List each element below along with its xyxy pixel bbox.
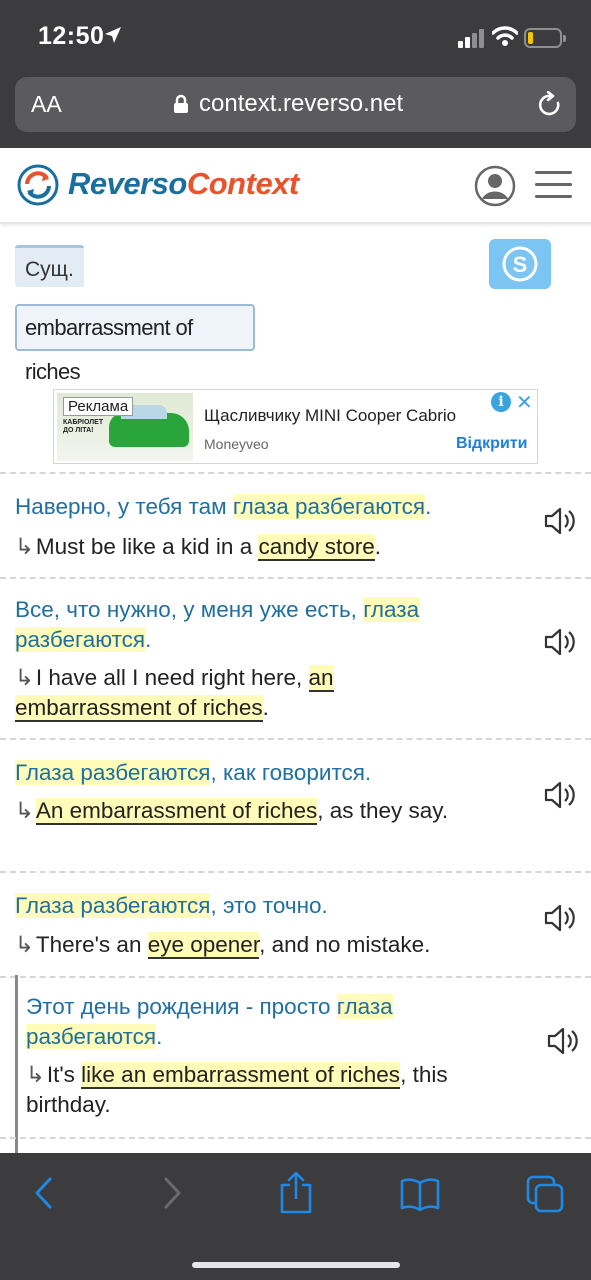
sentence-text: There's an <box>35 932 148 957</box>
ad-image-caption: КАБРІОЛЕТ ДО ЛІТА! <box>63 419 104 434</box>
user-account-icon[interactable] <box>474 165 516 207</box>
sentence-text: Все, что нужно, у меня уже есть, <box>15 597 364 622</box>
sentence-text: . <box>156 1024 163 1049</box>
speaker-icon[interactable] <box>543 780 577 810</box>
highlighted-term[interactable]: An embarrassment of riches <box>35 798 318 825</box>
example-source: Глаза разбегаются, это точно. <box>15 891 525 921</box>
highlighted-term[interactable]: Глаза разбегаются <box>15 760 211 785</box>
reload-icon[interactable] <box>537 91 563 119</box>
sentence-text: . <box>374 534 382 559</box>
reverso-logo-text[interactable]: ReversoContext <box>68 166 299 202</box>
sentence-text: It's <box>46 1062 82 1087</box>
skype-share-button[interactable]: S <box>489 239 551 289</box>
wifi-icon <box>492 26 518 46</box>
sentence-text: , это точно. <box>210 893 328 918</box>
example-item: Наверно, у тебя там глаза разбегаются. ↳… <box>0 472 591 578</box>
browser-toolbar <box>0 1153 591 1280</box>
example-target: ↳Must be like a kid in a candy store. <box>15 532 525 562</box>
active-example-marker <box>15 975 18 1155</box>
site-header: ReversoContext <box>0 148 591 224</box>
translation-arrow-icon: ↳ <box>26 1062 45 1087</box>
cellular-signal-icon <box>458 28 486 48</box>
example-target: ↳There's an eye opener, and no mistake. <box>15 930 525 960</box>
browser-chrome-top: 12:50 AA context.reverso.net <box>0 0 591 148</box>
ad-brand: Moneyveo <box>204 436 269 452</box>
speaker-icon[interactable] <box>546 1026 580 1056</box>
highlighted-term[interactable]: глаза разбегаются <box>232 494 426 519</box>
advertisement[interactable]: Реклама КАБРІОЛЕТ ДО ЛІТА! Щасливчику MI… <box>53 389 538 464</box>
example-source: Этот день рождения - просто глаза разбег… <box>26 992 496 1052</box>
speaker-icon[interactable] <box>543 627 577 657</box>
ad-image: Реклама КАБРІОЛЕТ ДО ЛІТА! <box>57 393 193 461</box>
svg-text:S: S <box>513 252 528 277</box>
reverso-logo-icon[interactable] <box>17 164 59 206</box>
example-target: ↳I have all I need right here, an embarr… <box>15 663 435 723</box>
example-source: Глаза разбегаются, как говорится. <box>15 758 525 788</box>
back-icon[interactable] <box>32 1175 56 1211</box>
location-arrow-icon <box>105 27 121 43</box>
sentence-text: , как говорится. <box>210 760 372 785</box>
skype-icon: S <box>502 246 538 282</box>
hamburger-menu-icon[interactable] <box>535 171 572 207</box>
speaker-icon[interactable] <box>543 506 577 536</box>
ad-close-icon[interactable]: ✕ <box>516 390 533 415</box>
highlighted-term[interactable]: Глаза разбегаются <box>15 893 211 918</box>
ad-info-icon[interactable]: i <box>491 392 511 412</box>
tabs-icon[interactable] <box>526 1175 564 1213</box>
address-bar[interactable]: AA context.reverso.net <box>15 77 576 132</box>
sentence-text: . <box>425 494 432 519</box>
ad-title[interactable]: Щасливчику MINI Cooper Cabrio <box>204 406 456 426</box>
share-icon[interactable] <box>279 1171 313 1215</box>
lock-icon <box>174 94 188 113</box>
sentence-text: I have all I need right here, <box>35 665 309 690</box>
highlighted-term[interactable]: eye opener <box>147 932 260 959</box>
url-text[interactable]: context.reverso.net <box>199 90 403 118</box>
sentence-text: Этот день рождения - просто <box>26 994 337 1019</box>
speaker-icon[interactable] <box>543 903 577 933</box>
sentence-text: . <box>262 695 269 720</box>
example-item: Все, что нужно, у меня уже есть, глаза р… <box>0 577 591 739</box>
example-divider <box>0 1137 591 1153</box>
translation-arrow-icon: ↳ <box>15 798 34 823</box>
home-indicator <box>192 1262 400 1268</box>
bookmarks-icon[interactable] <box>400 1177 440 1211</box>
translation-arrow-icon: ↳ <box>15 665 34 690</box>
phrase-tag[interactable]: embarrassment of riches <box>15 304 255 384</box>
example-source: Наверно, у тебя там глаза разбегаются. <box>15 492 525 522</box>
sentence-text: . <box>145 627 152 652</box>
forward-icon[interactable] <box>160 1175 184 1211</box>
example-target: ↳An embarrassment of riches, as they say… <box>15 796 505 826</box>
sentence-text: Must be like a kid in a <box>35 534 259 559</box>
example-source: Все, что нужно, у меня уже есть, глаза р… <box>15 595 515 655</box>
ad-label: Реклама <box>63 397 134 416</box>
translation-arrow-icon: ↳ <box>15 932 34 957</box>
status-time: 12:50 <box>38 22 105 50</box>
car-image <box>109 405 189 447</box>
text-size-button[interactable]: AA <box>31 91 62 118</box>
example-item: Глаза разбегаются, как говорится. ↳An em… <box>0 738 591 872</box>
battery-icon <box>524 28 566 48</box>
sentence-text: , and no mistake. <box>259 932 431 957</box>
translation-arrow-icon: ↳ <box>15 534 34 559</box>
ad-open-button[interactable]: Відкрити <box>456 435 527 453</box>
highlighted-term[interactable]: like an embarrassment of riches <box>81 1062 401 1089</box>
sentence-text: Наверно, у тебя там <box>15 494 233 519</box>
highlighted-term[interactable]: candy store <box>258 534 375 561</box>
example-item: Глаза разбегаются, это точно. ↳There's a… <box>0 871 591 977</box>
part-of-speech-tag[interactable]: Сущ. <box>15 245 84 287</box>
example-target: ↳It's like an embarrassment of riches, t… <box>26 1060 506 1120</box>
sentence-text: , as they say. <box>317 798 449 823</box>
example-item-active: Этот день рождения - просто глаза разбег… <box>0 976 591 1138</box>
